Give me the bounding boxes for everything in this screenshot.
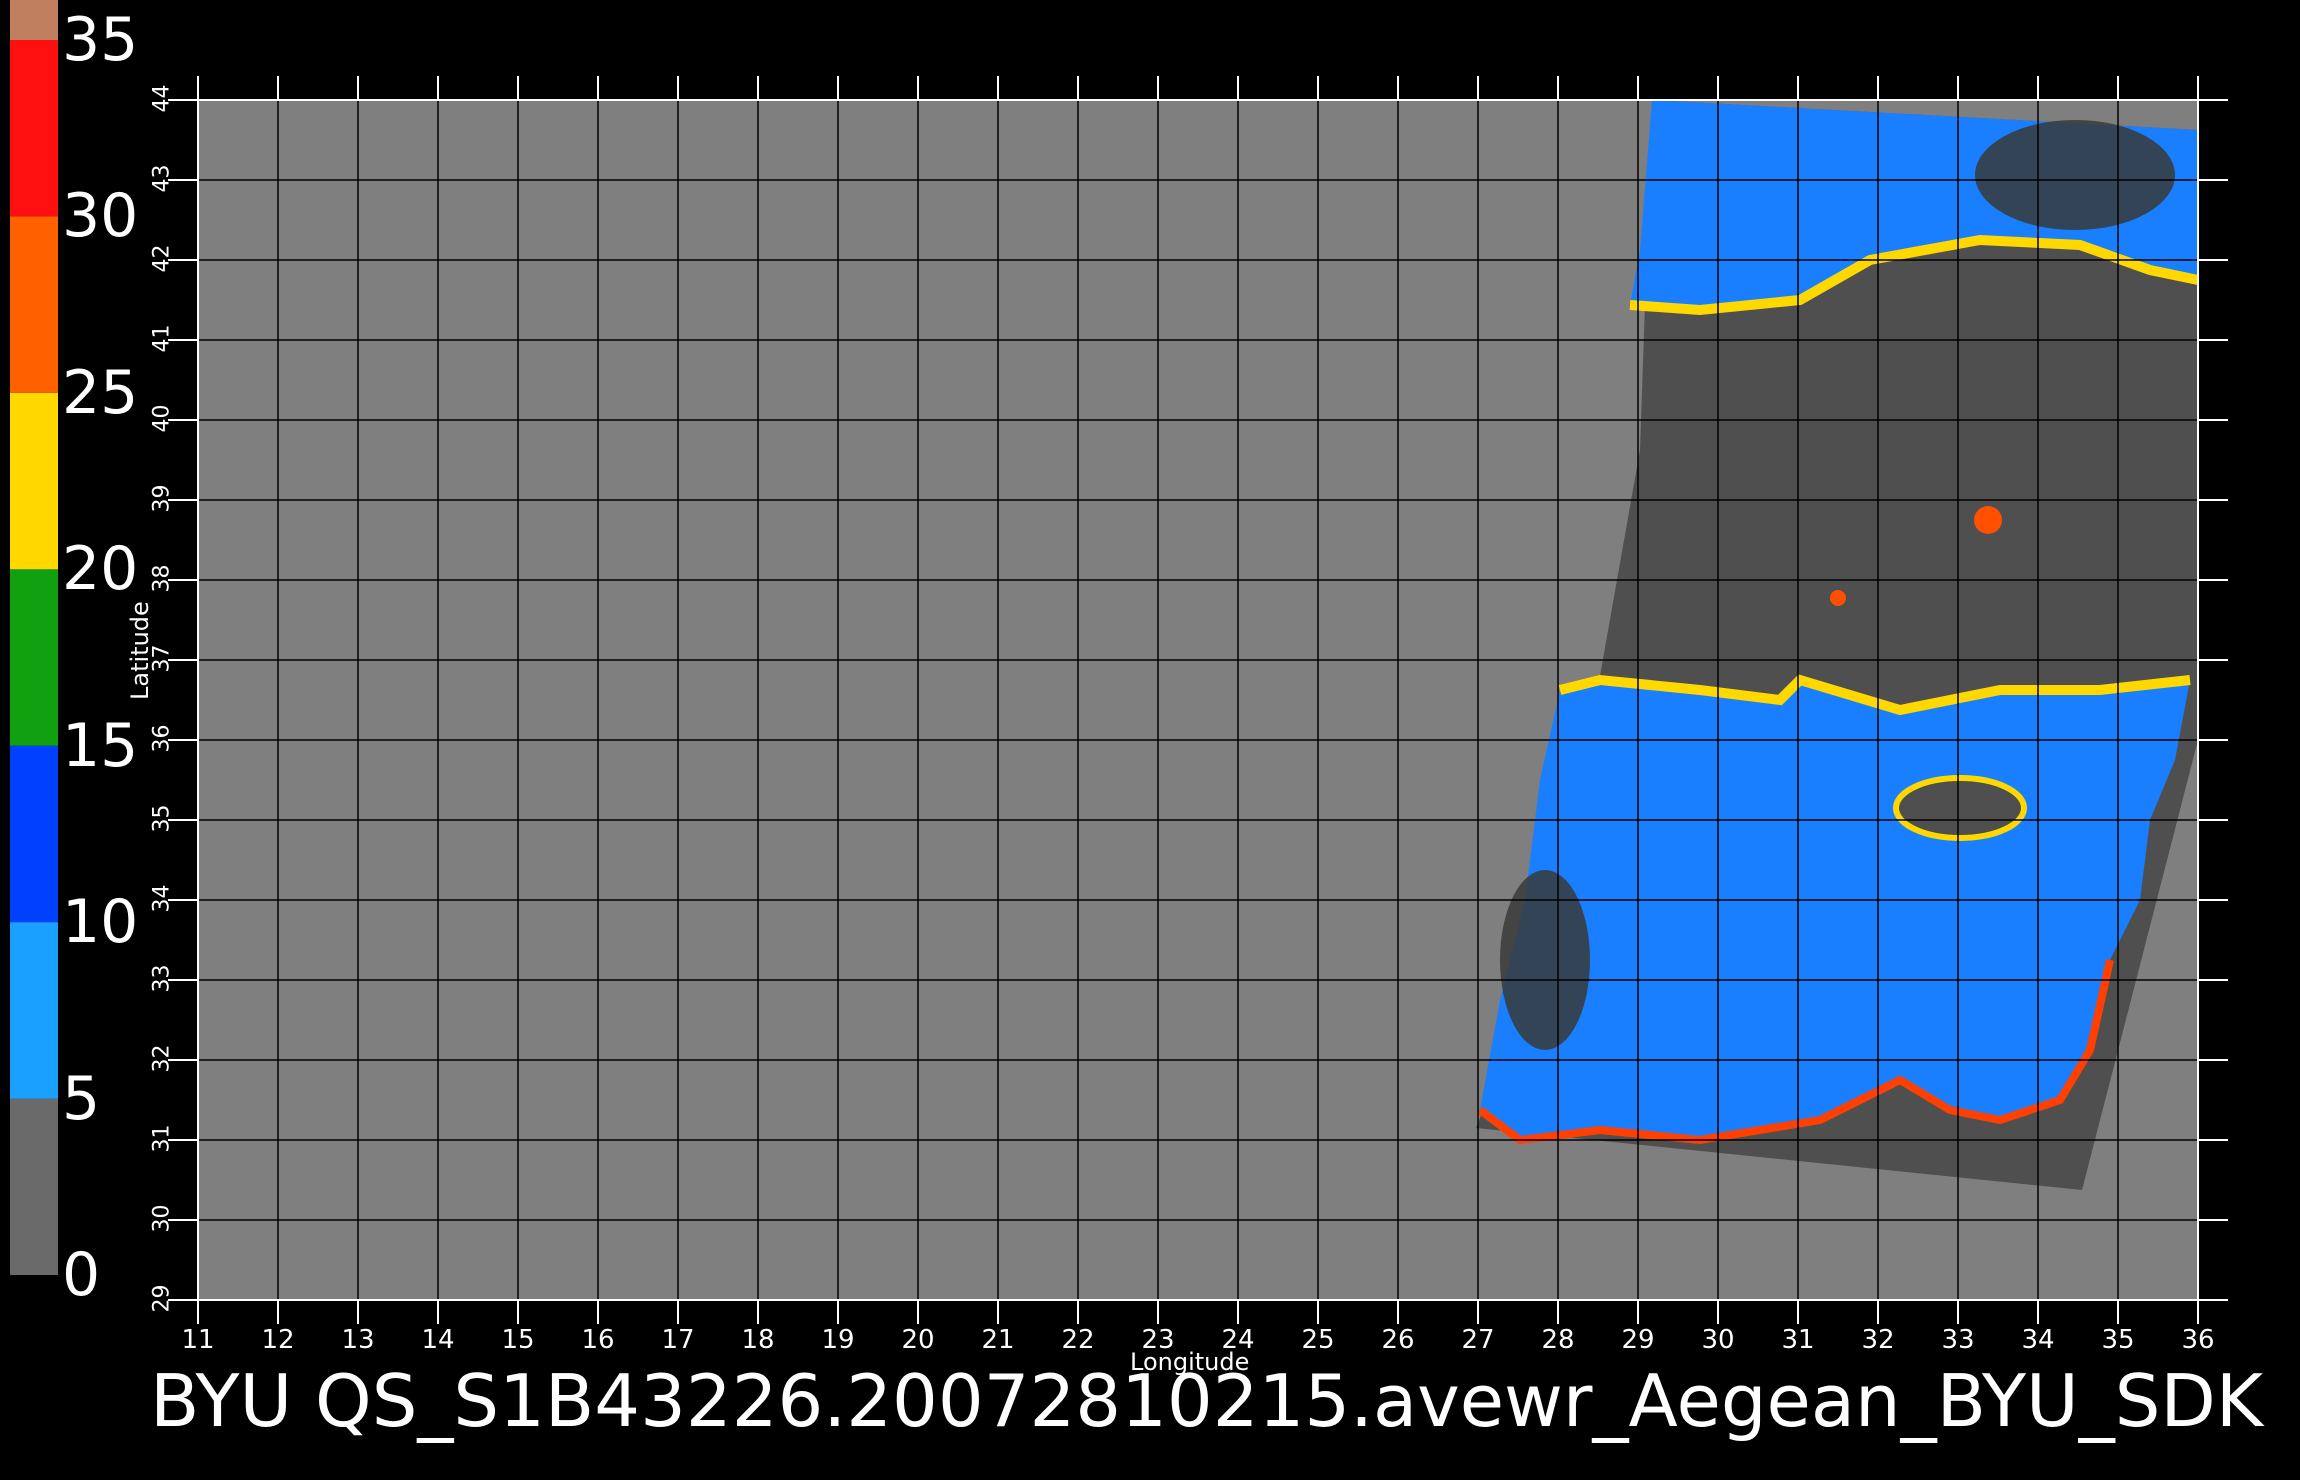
cyprus-island (1893, 775, 2027, 841)
lat-tick-label: 44 (149, 84, 175, 113)
lon-tick-label: 32 (1861, 1325, 1895, 1355)
lon-tick-label: 36 (2181, 1325, 2215, 1355)
lon-tick-label: 29 (1621, 1325, 1655, 1355)
lat-tick-label: 29 (149, 1284, 175, 1313)
lat-tick-label: 32 (149, 1044, 175, 1073)
lon-tick-label: 19 (821, 1325, 855, 1355)
colorbar (10, 0, 58, 1275)
lat-tick-label: 43 (149, 164, 175, 193)
lon-tick-label: 15 (501, 1325, 535, 1355)
colorbar-tick-label: 10 (62, 887, 139, 958)
colorbar-segment (10, 1098, 58, 1275)
lon-tick-label: 25 (1301, 1325, 1335, 1355)
lat-tick-label: 31 (149, 1124, 175, 1153)
lon-tick-label: 35 (2101, 1325, 2135, 1355)
lon-tick-label: 30 (1701, 1325, 1735, 1355)
lat-tick-label: 36 (149, 724, 175, 753)
lon-tick-label: 12 (261, 1325, 295, 1355)
colorbar-segment (10, 392, 58, 570)
lat-tick-label: 33 (149, 964, 175, 993)
colorbar-tick-label: 20 (62, 534, 139, 605)
colorbar-top-segment (10, 0, 58, 40)
lon-tick-label: 13 (341, 1325, 375, 1355)
lon-tick-label: 14 (421, 1325, 455, 1355)
lon-tick-label: 27 (1461, 1325, 1495, 1355)
rain-patch-black-sea (1975, 120, 2175, 230)
lon-tick-label: 28 (1541, 1325, 1575, 1355)
lat-tick-label: 42 (149, 244, 175, 273)
lat-tick-label: 30 (149, 1204, 175, 1233)
lat-tick-label: 35 (149, 804, 175, 833)
colorbar-tick-label: 0 (62, 1240, 101, 1310)
lat-tick-label: 39 (149, 484, 175, 513)
lon-tick-label: 26 (1381, 1325, 1415, 1355)
colorbar-tick-label: 25 (62, 357, 139, 428)
colorbar-tick-label: 30 (62, 181, 139, 252)
lat-tick-label: 41 (149, 324, 175, 353)
colorbar-tick-label: 15 (62, 710, 139, 781)
inland-lake-1 (1974, 506, 2002, 534)
lon-tick-label: 18 (741, 1325, 775, 1355)
lon-tick-label: 33 (1941, 1325, 1975, 1355)
lat-tick-label: 38 (149, 564, 175, 593)
lat-tick-label: 34 (149, 884, 175, 913)
colorbar-segment (10, 40, 58, 217)
colorbar-segment (10, 569, 58, 746)
colorbar-segment (10, 922, 58, 1099)
lon-tick-label: 21 (981, 1325, 1015, 1355)
colorbar-segment (10, 745, 58, 923)
y-axis-label: Latitude (126, 601, 154, 700)
colorbar-segment (10, 216, 58, 393)
inland-lake-2 (1830, 590, 1846, 606)
lon-tick-label: 31 (1781, 1325, 1815, 1355)
rain-patch-north-africa (1500, 870, 1590, 1050)
lon-tick-label: 11 (181, 1325, 215, 1355)
figure-caption: BYU QS_S1B43226.20072810215.avewr_Aegean… (150, 1359, 2264, 1443)
lon-tick-label: 20 (901, 1325, 935, 1355)
map-figure (10, 0, 2228, 1324)
lon-tick-label: 17 (661, 1325, 695, 1355)
lat-tick-label: 40 (149, 404, 175, 433)
colorbar-tick-label: 35 (62, 5, 139, 75)
colorbar-tick-label: 5 (62, 1063, 101, 1134)
lon-tick-label: 16 (581, 1325, 615, 1355)
lon-tick-label: 34 (2021, 1325, 2055, 1355)
lon-tick-label: 22 (1061, 1325, 1095, 1355)
